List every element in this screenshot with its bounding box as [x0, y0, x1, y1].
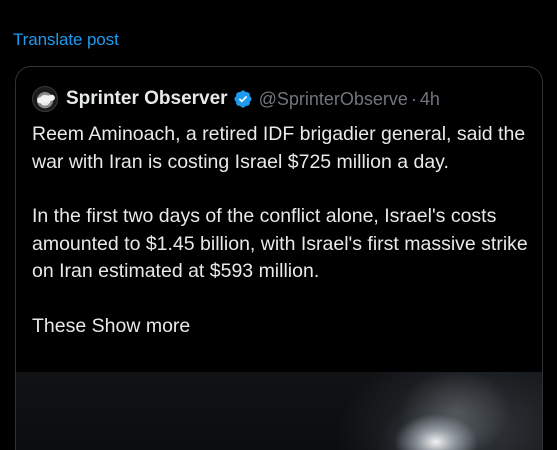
paragraph: In the first two days of the conflict al… — [32, 205, 528, 282]
paragraph: Reem Aminoach, a retired IDF brigadier g… — [32, 123, 526, 173]
show-more-link[interactable]: Show more — [92, 315, 191, 337]
translate-post-link[interactable]: Translate post — [13, 30, 119, 50]
avatar[interactable] — [32, 86, 58, 112]
quoted-post-header: Sprinter Observer @SprinterObserve · 4h — [32, 85, 440, 113]
quoted-post-text: Reem Aminoach, a retired IDF brigadier g… — [32, 121, 537, 340]
verified-badge-icon — [234, 90, 252, 108]
truncated-paragraph: These Show more — [32, 313, 537, 341]
post-view: Translate post Sprinter Observer @Sprint… — [0, 0, 557, 450]
quoted-post-card[interactable]: Sprinter Observer @SprinterObserve · 4h … — [15, 66, 543, 450]
post-timestamp[interactable]: 4h — [420, 89, 440, 110]
author-display-name[interactable]: Sprinter Observer — [66, 88, 228, 110]
media-image-content — [366, 372, 536, 450]
post-media-image[interactable] — [16, 372, 542, 450]
separator-dot: · — [410, 88, 417, 109]
author-handle[interactable]: @SprinterObserve — [259, 89, 408, 110]
truncated-text: These — [32, 314, 87, 337]
